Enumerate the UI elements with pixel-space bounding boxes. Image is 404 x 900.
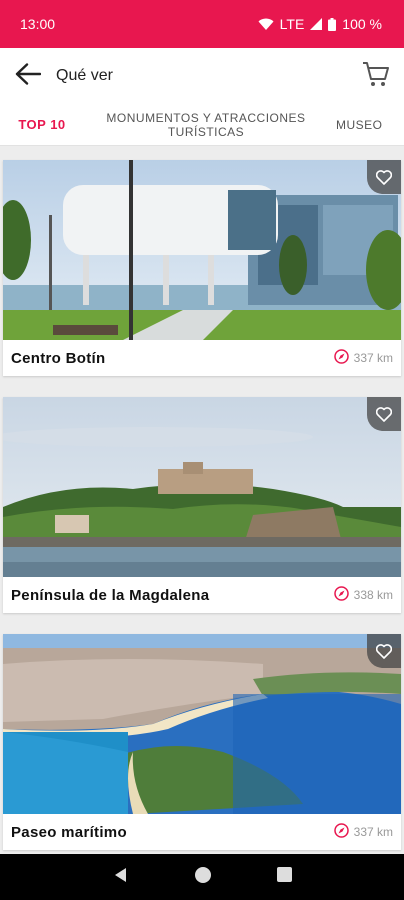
cart-button[interactable]: [348, 48, 404, 104]
heart-icon: [376, 169, 392, 185]
place-title: Centro Botín: [11, 349, 106, 367]
page-title: Qué ver: [56, 67, 113, 84]
nav-recents-button[interactable]: [276, 867, 292, 887]
distance-label: 338 km: [353, 588, 393, 602]
compass-icon: [333, 586, 349, 604]
status-time: 13:00: [20, 16, 56, 32]
card-footer: Península de la Magdalena 338 km: [3, 577, 401, 613]
place-title: Paseo marítimo: [11, 823, 127, 841]
back-button[interactable]: [0, 48, 56, 104]
cart-icon: [362, 60, 390, 93]
place-title: Península de la Magdalena: [11, 586, 210, 604]
favorite-button[interactable]: [367, 397, 401, 431]
heart-icon: [376, 406, 392, 422]
compass-icon: [333, 823, 349, 841]
places-list[interactable]: Centro Botín 337 km Península de la Magd…: [0, 146, 404, 854]
distance: 337 km: [333, 823, 393, 841]
place-image: [3, 634, 401, 814]
place-card[interactable]: Paseo marítimo 337 km: [3, 634, 401, 850]
distance: 337 km: [333, 349, 393, 367]
compass-icon: [333, 349, 349, 367]
tab-museos[interactable]: MUSEO: [336, 104, 404, 145]
category-tabs: TOP 10 MONUMENTOS Y ATRACCIONES TURÍSTIC…: [0, 104, 404, 146]
nav-back-button[interactable]: [113, 867, 129, 888]
card-footer: Centro Botín 337 km: [3, 340, 401, 376]
place-image: [3, 160, 401, 340]
place-card[interactable]: Península de la Magdalena 338 km: [3, 397, 401, 613]
network-label: LTE: [279, 16, 305, 32]
app-bar: Qué ver: [0, 48, 404, 104]
distance: 338 km: [333, 586, 393, 604]
distance-label: 337 km: [353, 351, 393, 365]
system-nav-bar: [0, 854, 404, 900]
signal-icon: [310, 18, 323, 30]
distance-label: 337 km: [353, 825, 393, 839]
nav-home-button[interactable]: [194, 866, 212, 889]
battery-label: 100 %: [342, 16, 382, 32]
favorite-button[interactable]: [367, 634, 401, 668]
heart-icon: [376, 643, 392, 659]
wifi-icon: [258, 18, 274, 31]
tab-monumentos[interactable]: MONUMENTOS Y ATRACCIONES TURÍSTICAS: [100, 104, 312, 145]
favorite-button[interactable]: [367, 160, 401, 194]
place-image: [3, 397, 401, 577]
arrow-back-icon: [15, 62, 42, 90]
status-icons: LTE 100 %: [258, 16, 382, 32]
status-bar: 13:00 LTE 100 %: [0, 0, 404, 48]
tab-top10[interactable]: TOP 10: [6, 104, 78, 145]
battery-icon: [328, 17, 337, 31]
place-card[interactable]: Centro Botín 337 km: [3, 160, 401, 376]
card-footer: Paseo marítimo 337 km: [3, 814, 401, 850]
